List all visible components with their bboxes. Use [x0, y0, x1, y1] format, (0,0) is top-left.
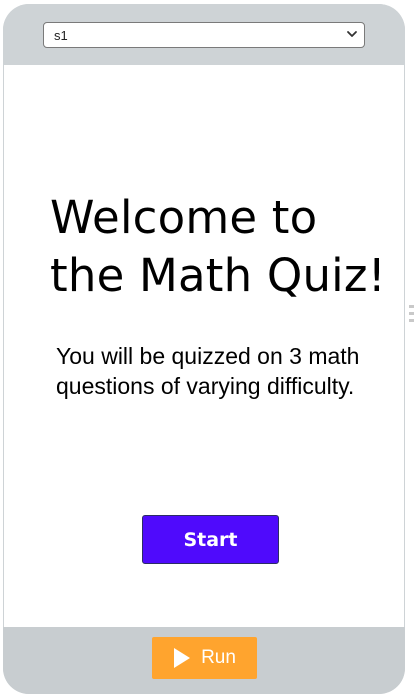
resize-grip-line: [409, 312, 414, 315]
page-title: Welcome to the Math Quiz!: [50, 191, 386, 302]
resize-handle-icon[interactable]: [409, 305, 414, 322]
phone-top-bar: s1: [3, 4, 405, 65]
resize-grip-line: [409, 319, 414, 322]
resize-grip-line: [409, 305, 414, 308]
quiz-intro-text: You will be quizzed on 3 math questions …: [56, 343, 360, 399]
phone-bottom-bar: Run: [3, 627, 405, 694]
screen-selector-wrapper: s1: [43, 22, 365, 48]
app-screen: Welcome to the Math Quiz! You will be qu…: [4, 65, 404, 627]
phone-frame: s1 Welcome to the Math Quiz! You will be…: [3, 4, 405, 694]
run-button-label: Run: [201, 647, 236, 668]
play-icon: [173, 647, 191, 669]
app-lab-preview: s1 Welcome to the Math Quiz! You will be…: [0, 0, 414, 697]
run-button[interactable]: Run: [152, 637, 257, 679]
start-button[interactable]: Start: [142, 515, 279, 564]
screen-selector[interactable]: s1: [43, 22, 365, 48]
